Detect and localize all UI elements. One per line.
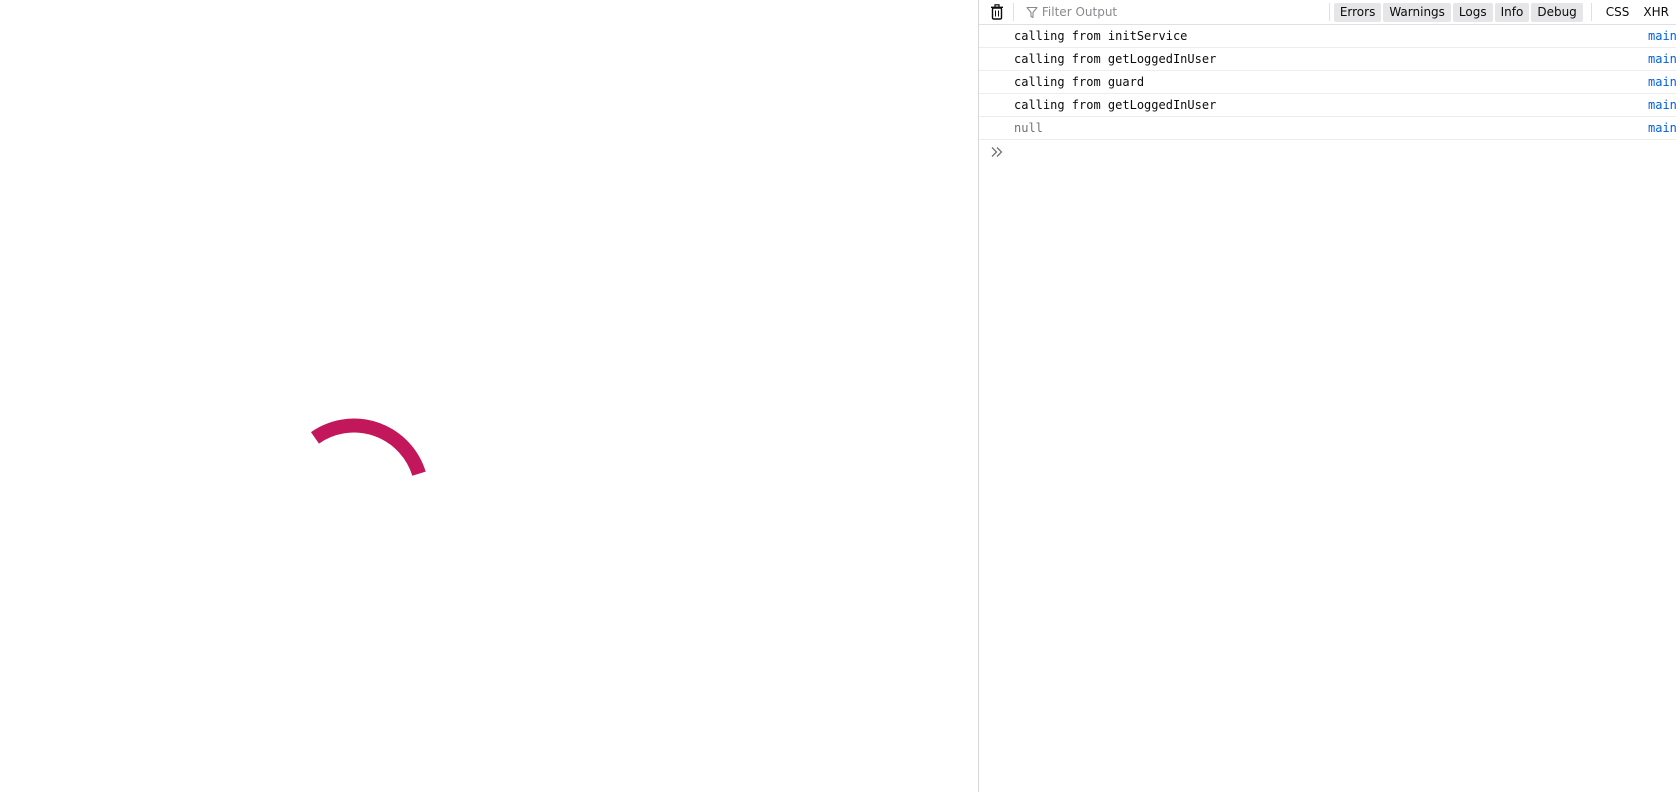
console-messages: calling from initService main calling fr…	[979, 25, 1676, 140]
devtools-console: Errors Warnings Logs Info Debug CSS XHR …	[978, 0, 1676, 792]
filter-xhr-button[interactable]: XHR	[1637, 3, 1675, 22]
toolbar-divider	[1012, 3, 1014, 21]
filter-box[interactable]	[1018, 1, 1317, 23]
filter-debug-button[interactable]: Debug	[1531, 2, 1583, 22]
app-viewport	[0, 0, 978, 792]
filter-errors-button[interactable]: Errors	[1333, 2, 1382, 22]
log-message-text: calling from getLoggedInUser	[1014, 52, 1217, 66]
log-message: null main	[979, 117, 1676, 140]
log-message: calling from initService main	[979, 25, 1676, 48]
log-message-text: calling from guard	[1014, 75, 1145, 89]
log-source-link[interactable]: main	[1648, 94, 1676, 116]
double-chevron-right-icon	[990, 144, 1006, 160]
log-message-text: calling from initService	[1014, 29, 1188, 43]
funnel-icon	[1026, 5, 1040, 19]
loading-spinner	[310, 418, 426, 476]
log-source-link[interactable]: main	[1648, 48, 1676, 70]
console-input[interactable]	[1014, 144, 1658, 160]
clear-console-button[interactable]	[984, 1, 1010, 23]
log-source-link[interactable]: main	[1648, 117, 1676, 139]
console-input-row[interactable]	[979, 140, 1676, 164]
log-message: calling from guard main	[979, 71, 1676, 94]
console-toolbar: Errors Warnings Logs Info Debug CSS XHR	[979, 0, 1676, 25]
filter-warnings-button[interactable]: Warnings	[1383, 2, 1451, 22]
toolbar-divider	[1590, 3, 1592, 21]
log-message-text: calling from getLoggedInUser	[1014, 98, 1217, 112]
log-message: calling from getLoggedInUser main	[979, 94, 1676, 117]
spinner-arc	[310, 418, 426, 476]
filter-css-button[interactable]: CSS	[1600, 3, 1636, 22]
log-source-link[interactable]: main	[1648, 25, 1676, 47]
page: Errors Warnings Logs Info Debug CSS XHR …	[0, 0, 1676, 792]
log-message-text: null	[1014, 121, 1043, 135]
filter-output-input[interactable]	[1041, 5, 1302, 19]
toolbar-divider	[1328, 3, 1330, 21]
filter-info-button[interactable]: Info	[1494, 2, 1530, 22]
log-message: calling from getLoggedInUser main	[979, 48, 1676, 71]
trash-icon	[990, 4, 1003, 20]
filter-logs-button[interactable]: Logs	[1452, 2, 1493, 22]
log-source-link[interactable]: main	[1648, 71, 1676, 93]
